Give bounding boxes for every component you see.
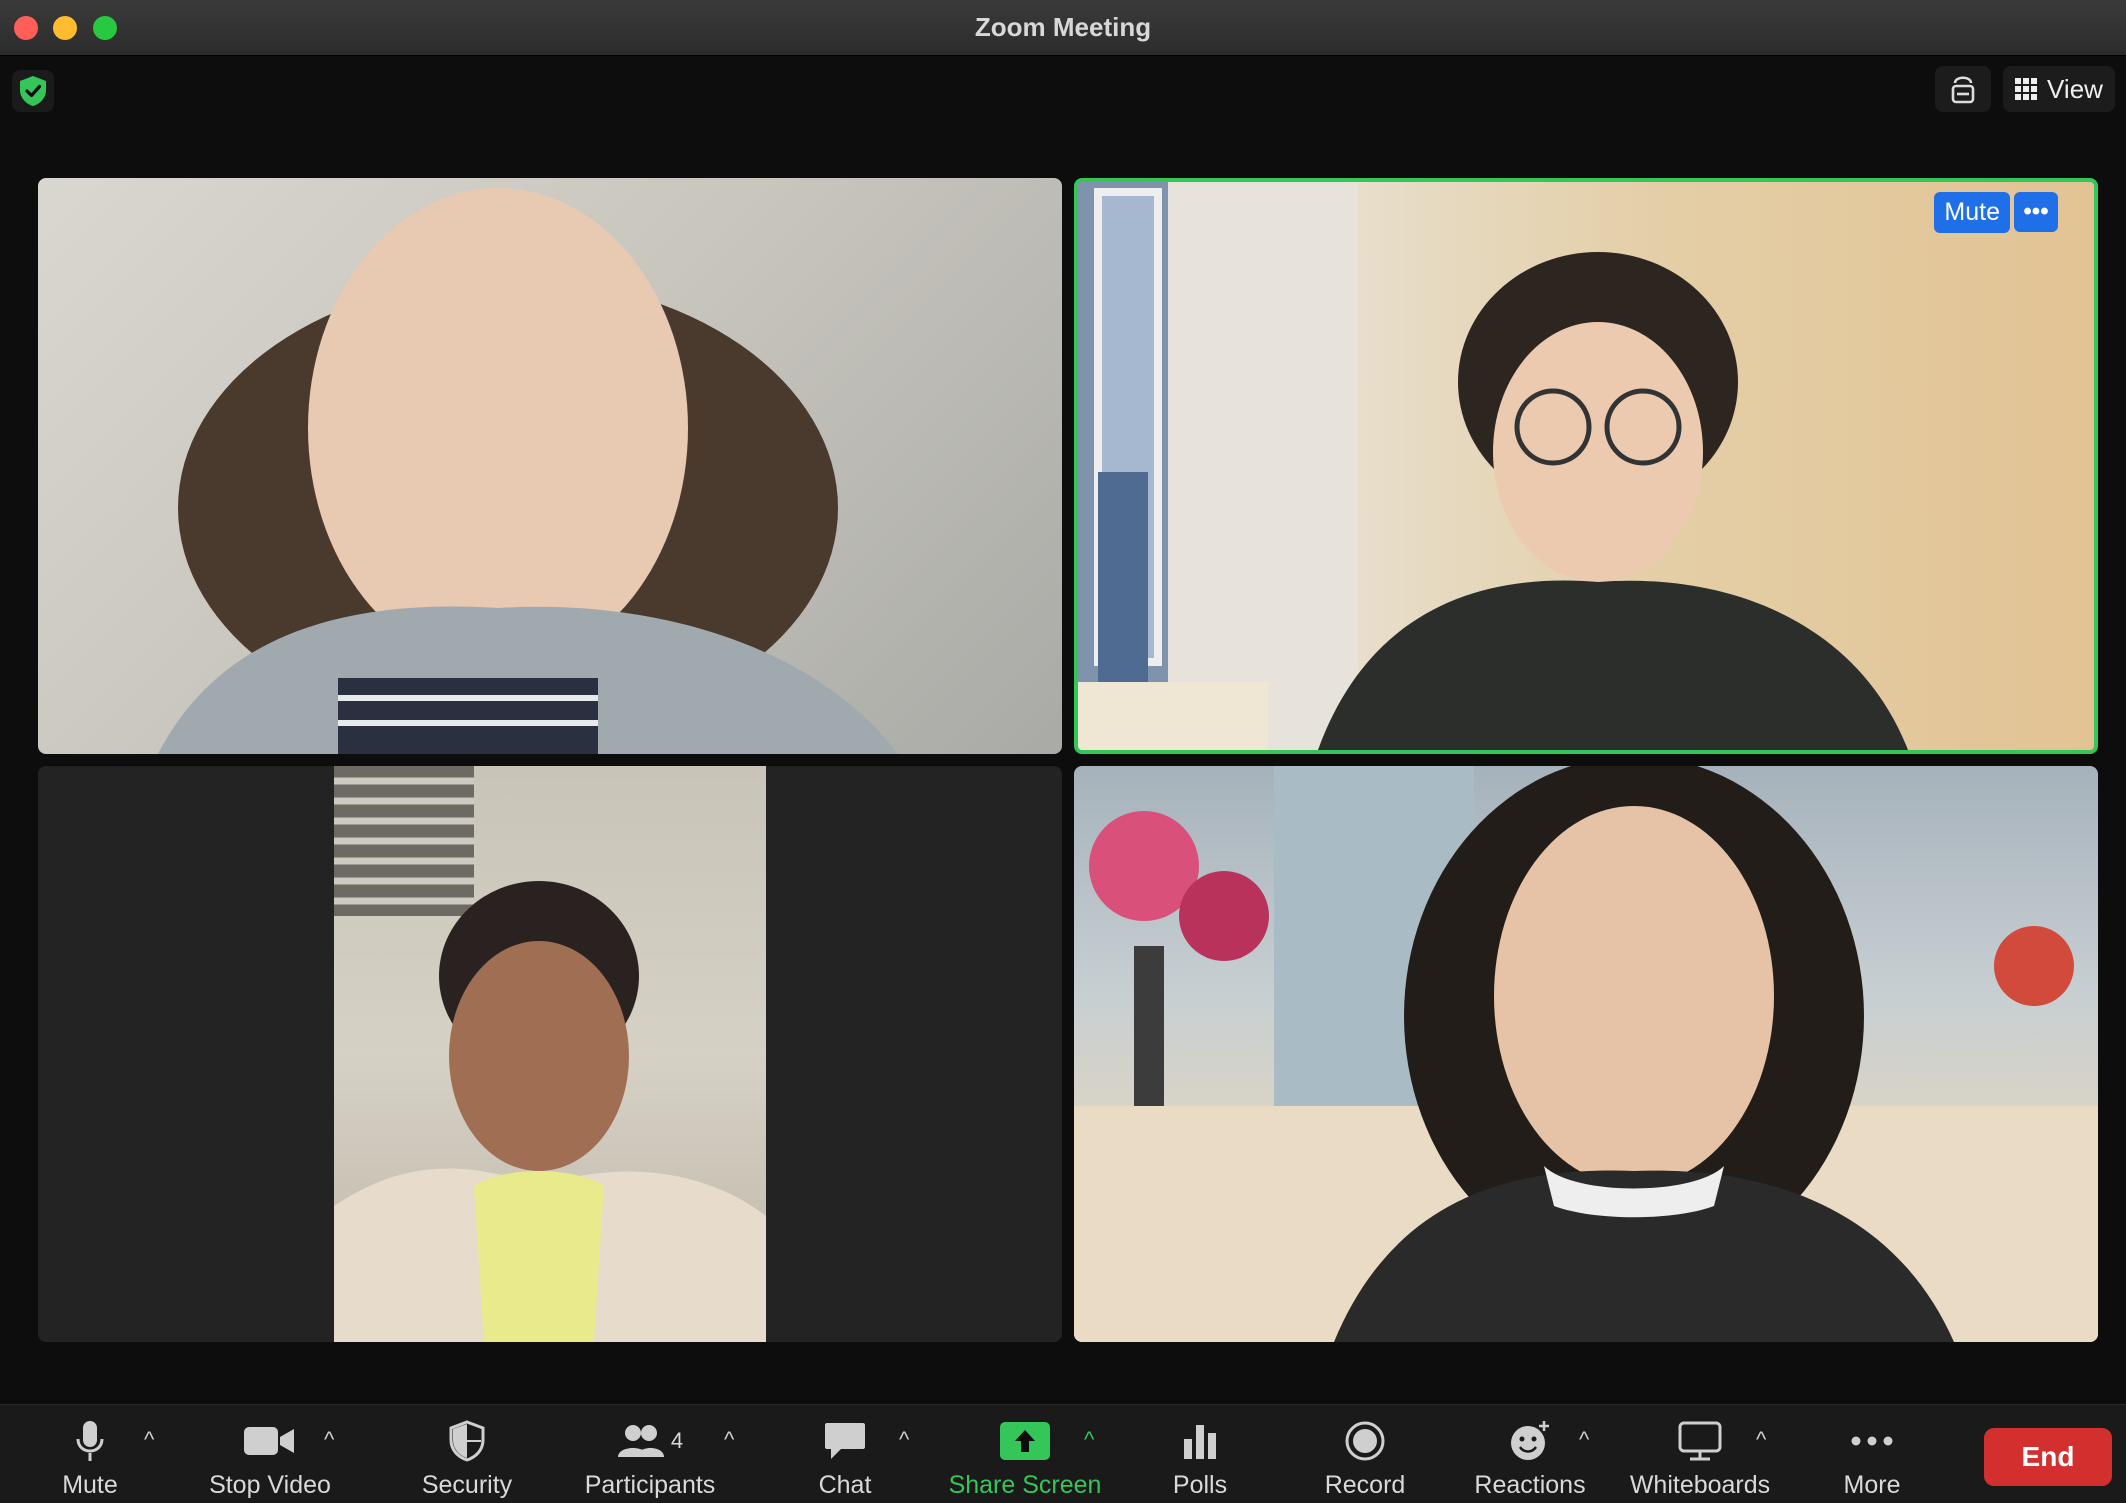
polls-bar-chart-icon <box>1184 1425 1216 1459</box>
grid-icon <box>2015 78 2038 100</box>
participants-button[interactable]: 4 Participants <box>575 1405 725 1503</box>
more-dots-icon <box>1851 1436 1893 1446</box>
participants-count: 4 <box>670 1428 684 1453</box>
security-label: Security <box>421 1471 513 1499</box>
mute-label: Mute <box>62 1471 118 1499</box>
video-camera-icon <box>244 1427 294 1455</box>
share-options-chevron-up-icon[interactable]: ^ <box>1084 1427 1094 1453</box>
meeting-toolbar: Mute ^ Stop Video ^ Security 4 Participa… <box>0 1404 2126 1503</box>
more-button[interactable]: More <box>1822 1405 1922 1503</box>
reactions-button[interactable]: Reactions <box>1470 1405 1590 1503</box>
window-lock-icon <box>1951 76 1975 104</box>
encryption-shield-icon[interactable] <box>12 70 54 112</box>
mute-button[interactable]: Mute <box>40 1405 140 1503</box>
video-options-chevron-up-icon[interactable]: ^ <box>324 1427 334 1453</box>
mute-participant-button[interactable]: Mute <box>1934 192 2010 233</box>
participants-label: Participants <box>584 1471 716 1499</box>
more-label: More <box>1843 1471 1901 1499</box>
audio-options-chevron-up-icon[interactable]: ^ <box>144 1427 154 1453</box>
record-button[interactable]: Record <box>1315 1405 1415 1503</box>
view-label: View <box>2047 73 2103 104</box>
whiteboards-label: Whiteboards <box>1629 1471 1771 1499</box>
reactions-label: Reactions <box>1474 1471 1586 1499</box>
chat-label: Chat <box>818 1471 872 1499</box>
chat-options-chevron-up-icon[interactable]: ^ <box>899 1427 909 1453</box>
record-icon <box>1345 1421 1385 1461</box>
video-tile-participant-3[interactable] <box>38 766 1062 1342</box>
chat-button[interactable]: Chat <box>795 1405 895 1503</box>
whiteboard-icon <box>1678 1421 1722 1461</box>
whiteboards-options-chevron-up-icon[interactable]: ^ <box>1756 1427 1766 1453</box>
reactions-options-chevron-up-icon[interactable]: ^ <box>1579 1427 1589 1453</box>
microphone-icon <box>76 1421 104 1461</box>
record-label: Record <box>1324 1471 1406 1499</box>
window-titlebar: Zoom Meeting <box>0 0 2126 56</box>
participants-options-chevron-up-icon[interactable]: ^ <box>724 1427 734 1453</box>
window-title: Zoom Meeting <box>974 12 1152 42</box>
immersive-mode-button[interactable] <box>1935 66 1991 112</box>
polls-button[interactable]: Polls <box>1150 1405 1250 1503</box>
participant-video-feed <box>1074 766 2098 1342</box>
participant-video-feed <box>1078 182 1908 750</box>
video-tile-participant-4[interactable] <box>1074 766 2098 1342</box>
active-speaker-overlay: Mute ••• <box>1934 192 2058 233</box>
stop-video-button[interactable]: Stop Video <box>195 1405 345 1503</box>
stop-video-label: Stop Video <box>209 1471 331 1499</box>
portrait-video-frame <box>334 766 766 1342</box>
participants-icon <box>617 1425 664 1457</box>
view-button[interactable]: View <box>2003 66 2115 112</box>
share-screen-button[interactable]: Share Screen <box>945 1405 1105 1503</box>
participant-more-button[interactable]: ••• <box>2014 192 2058 232</box>
reactions-smiley-icon <box>1511 1421 1549 1460</box>
participant-video-feed <box>158 188 898 754</box>
participant-video-feed <box>334 766 766 1342</box>
video-tile-participant-1[interactable] <box>38 178 1062 754</box>
end-meeting-button[interactable]: End <box>1984 1428 2112 1486</box>
whiteboards-button[interactable]: Whiteboards <box>1625 1405 1775 1503</box>
share-screen-label: Share Screen <box>948 1471 1102 1499</box>
polls-label: Polls <box>1172 1471 1228 1499</box>
security-button[interactable]: Security <box>407 1405 527 1503</box>
video-tile-active-speaker[interactable]: Mute ••• <box>1074 178 2098 754</box>
share-screen-arrow-icon <box>1000 1422 1050 1460</box>
security-shield-icon <box>449 1420 485 1462</box>
chat-bubble-icon <box>825 1423 865 1459</box>
